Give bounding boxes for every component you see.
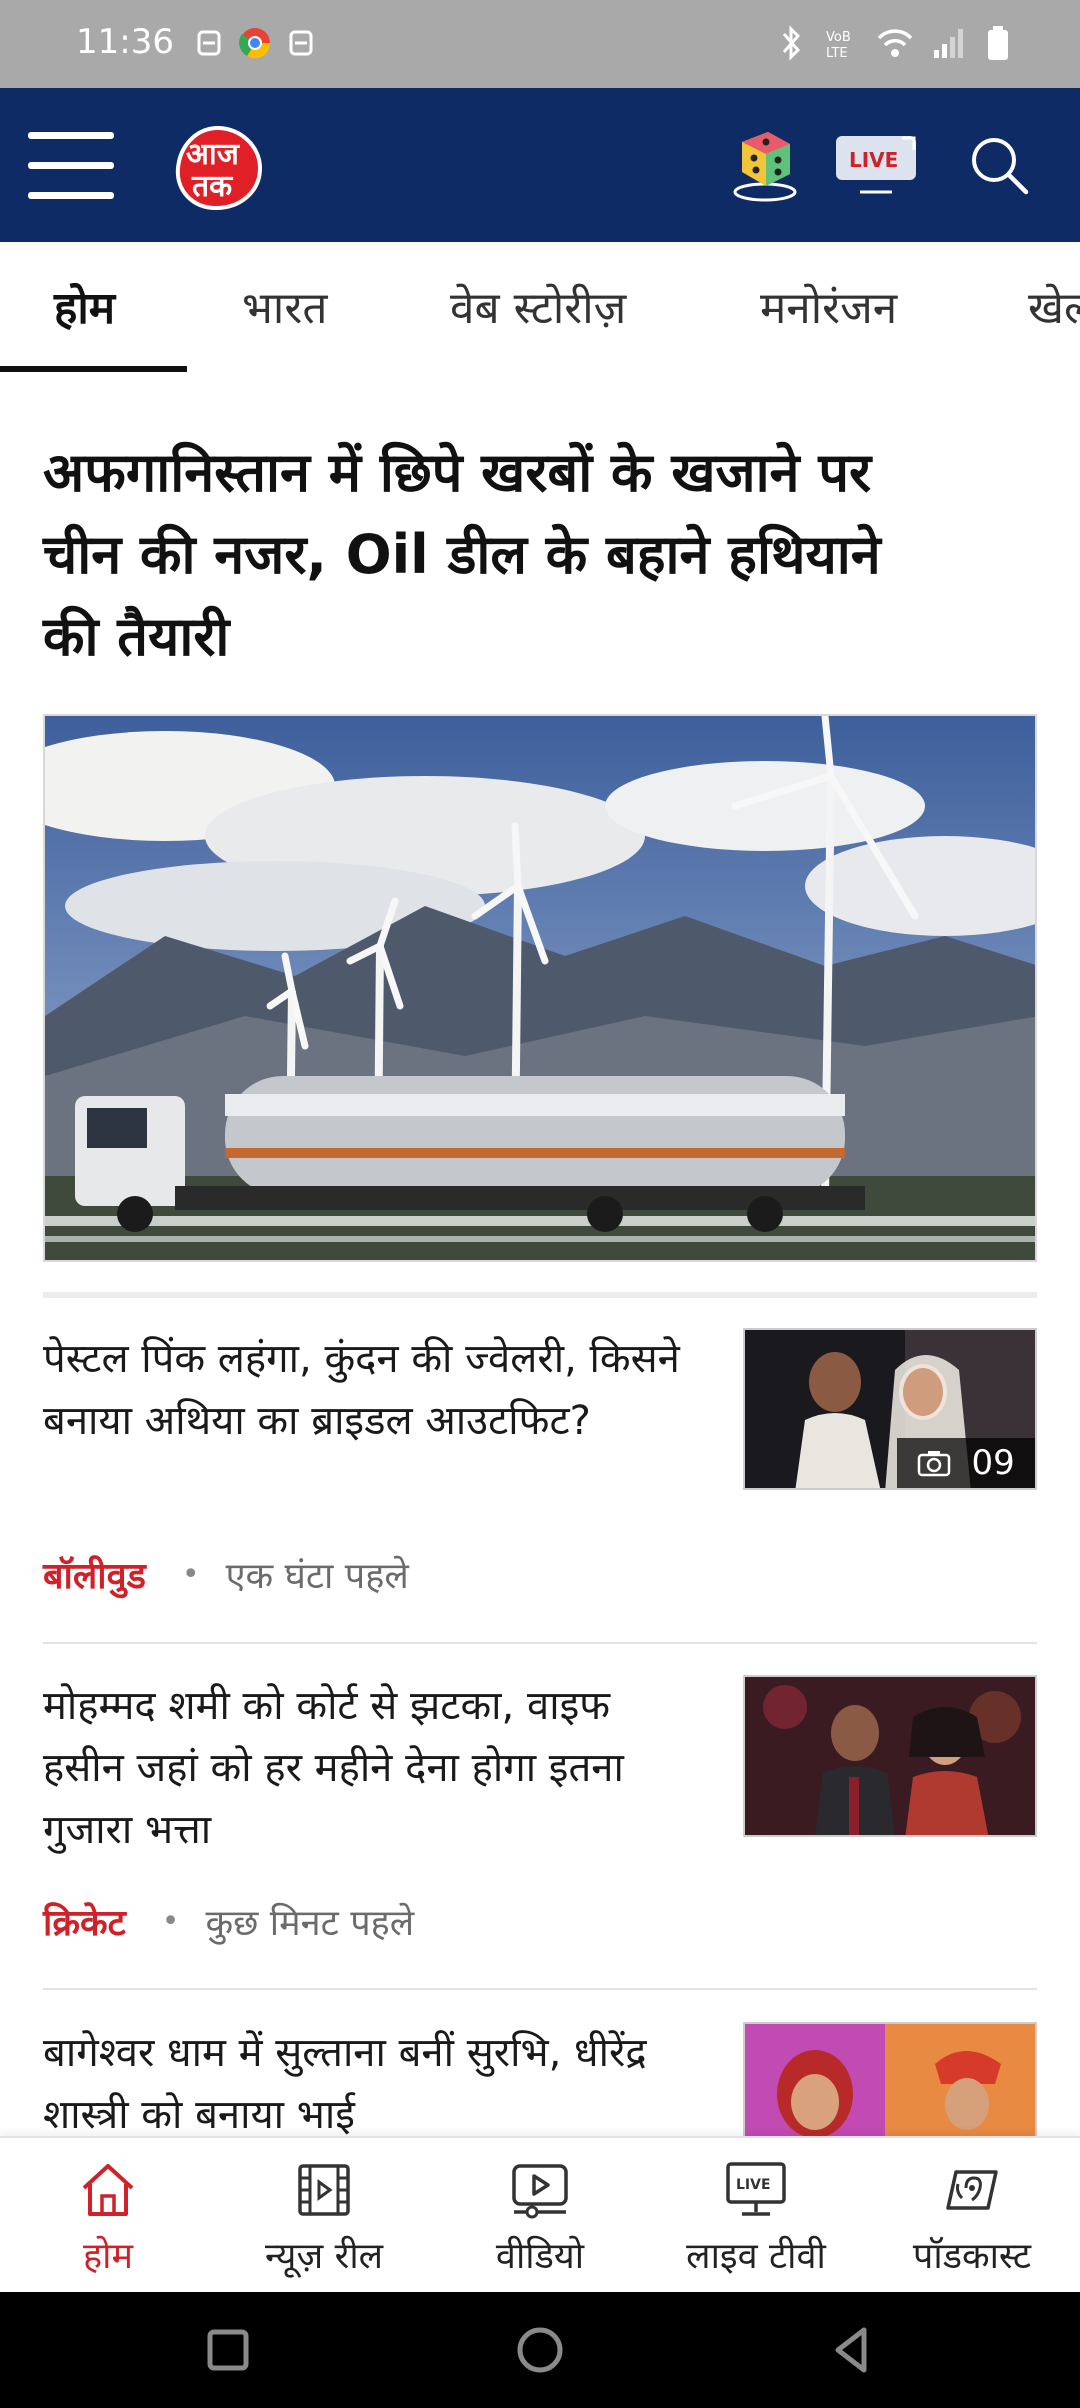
separator-dot: • — [161, 1904, 180, 1939]
wifi-icon — [877, 29, 913, 57]
svg-text:तक: तक — [191, 169, 233, 204]
couple-photo-image — [745, 1677, 1035, 1835]
live-tv-icon: LIVE — [726, 2162, 786, 2216]
news-meta: क्रिकेट • कुछ मिनट पहले — [43, 1897, 414, 1946]
bluetooth-icon — [782, 25, 801, 61]
app-notification-icon — [289, 30, 313, 56]
news-title[interactable]: बागेश्वर धाम में सुल्ताना बनीं सुरभि, धी… — [43, 2022, 703, 2136]
wind-turbines-tanker-image — [45, 716, 1035, 1260]
nav-live-tv[interactable]: LIVE लाइव टीवी — [648, 2138, 864, 2294]
item-divider — [43, 1988, 1037, 1990]
aaj-tak-logo[interactable]: आज तक — [170, 122, 266, 212]
battery-icon — [988, 26, 1008, 60]
lead-story-title[interactable]: अफगानिस्तान में छिपे खरबों के खजाने पर च… — [43, 432, 943, 678]
photo-gallery-badge: 09 — [897, 1438, 1035, 1488]
nav-label: लाइव टीवी — [686, 2236, 826, 2277]
news-meta: बॉलीवुड • एक घंटा पहले — [43, 1550, 409, 1599]
status-bar: 11:36 VoB LTE — [0, 0, 1080, 88]
volte-icon: VoBLTE — [826, 30, 851, 61]
recent-apps-icon[interactable] — [200, 2322, 256, 2378]
chrome-icon — [239, 28, 271, 59]
live-icon: LIVE — [836, 136, 916, 194]
podcast-icon — [946, 2170, 998, 2210]
separator-dot: • — [181, 1557, 200, 1592]
menu-button[interactable] — [28, 132, 114, 199]
news-item[interactable]: पेस्टल पिंक लहंगा, कुंदन की ज्वेलरी, किस… — [43, 1328, 1037, 1598]
news-timestamp: कुछ मिनट पहले — [205, 1903, 415, 1944]
nav-label: न्यूज़ रील — [264, 2236, 384, 2277]
home-icon — [82, 2164, 134, 2216]
app-header: आज तक LIVE — [0, 88, 1080, 242]
status-time: 11:36 — [76, 22, 174, 62]
svg-text:LIVE: LIVE — [849, 148, 898, 172]
tab-sports[interactable]: खेल — [1028, 276, 1080, 336]
tab-web-stories[interactable]: वेब स्टोरीज़ — [450, 276, 626, 336]
signal-icon — [934, 29, 963, 58]
home-button-icon[interactable] — [512, 2322, 568, 2378]
system-icons: VoB LTE — [776, 24, 1010, 62]
news-thumbnail[interactable] — [743, 2022, 1037, 2136]
dice-game-icon[interactable] — [728, 124, 802, 204]
svg-text:आज: आज — [186, 137, 241, 172]
news-thumbnail[interactable] — [743, 1675, 1037, 1837]
news-thumbnail[interactable]: 09 — [743, 1328, 1037, 1490]
nav-label: वीडियो — [495, 2236, 585, 2277]
category-tabs: होम भारत वेब स्टोरीज़ मनोरंजन खेल — [0, 242, 1080, 374]
system-navigation-bar — [0, 2292, 1080, 2408]
bottom-navigation: होम न्यूज़ रील वीडियो LIVE लाइव टीवी पॉड… — [0, 2136, 1080, 2292]
app-notification-icon — [197, 30, 221, 56]
news-title[interactable]: मोहम्मद शमी को कोर्ट से झटका, वाइफ हसीन … — [43, 1675, 703, 1861]
tab-entertainment[interactable]: मनोरंजन — [760, 276, 897, 336]
nav-label: होम — [83, 2236, 133, 2277]
nav-video[interactable]: वीडियो — [432, 2138, 648, 2294]
tab-bharat[interactable]: भारत — [242, 276, 327, 336]
lead-story[interactable]: अफगानिस्तान में छिपे खरबों के खजाने पर च… — [43, 432, 1043, 678]
section-divider — [43, 1292, 1037, 1298]
news-item[interactable]: मोहम्मद शमी को कोर्ट से झटका, वाइफ हसीन … — [43, 1675, 1037, 1945]
news-category[interactable]: बॉलीवुड — [43, 1550, 146, 1599]
film-reel-icon — [298, 2164, 350, 2216]
video-play-icon — [512, 2164, 568, 2219]
news-item[interactable]: बागेश्वर धाम में सुल्ताना बनीं सुरभि, धी… — [43, 2022, 1037, 2136]
live-tv-button[interactable]: LIVE — [832, 130, 920, 200]
camera-icon — [917, 1451, 951, 1477]
svg-text:VoB: VoB — [826, 30, 851, 45]
tab-home[interactable]: होम — [54, 276, 115, 336]
nav-podcast[interactable]: पॉडकास्ट — [864, 2138, 1080, 2294]
notification-icons — [196, 24, 314, 62]
svg-text:LIVE: LIVE — [736, 2177, 771, 2193]
back-icon[interactable] — [824, 2322, 880, 2378]
news-category[interactable]: क्रिकेट — [43, 1897, 126, 1946]
lead-story-image[interactable] — [43, 714, 1037, 1262]
news-timestamp: एक घंटा पहले — [225, 1556, 409, 1597]
search-icon[interactable] — [966, 132, 1032, 198]
active-tab-indicator — [0, 366, 187, 372]
religious-event-image — [745, 2024, 1035, 2136]
nav-home[interactable]: होम — [0, 2138, 216, 2294]
nav-news-reel[interactable]: न्यूज़ रील — [216, 2138, 432, 2294]
item-divider — [43, 1642, 1037, 1644]
photo-count: 09 — [971, 1443, 1015, 1483]
svg-text:LTE: LTE — [826, 46, 848, 61]
nav-label: पॉडकास्ट — [912, 2236, 1032, 2277]
menu-icon — [28, 132, 114, 139]
news-title[interactable]: पेस्टल पिंक लहंगा, कुंदन की ज्वेलरी, किस… — [43, 1328, 703, 1452]
